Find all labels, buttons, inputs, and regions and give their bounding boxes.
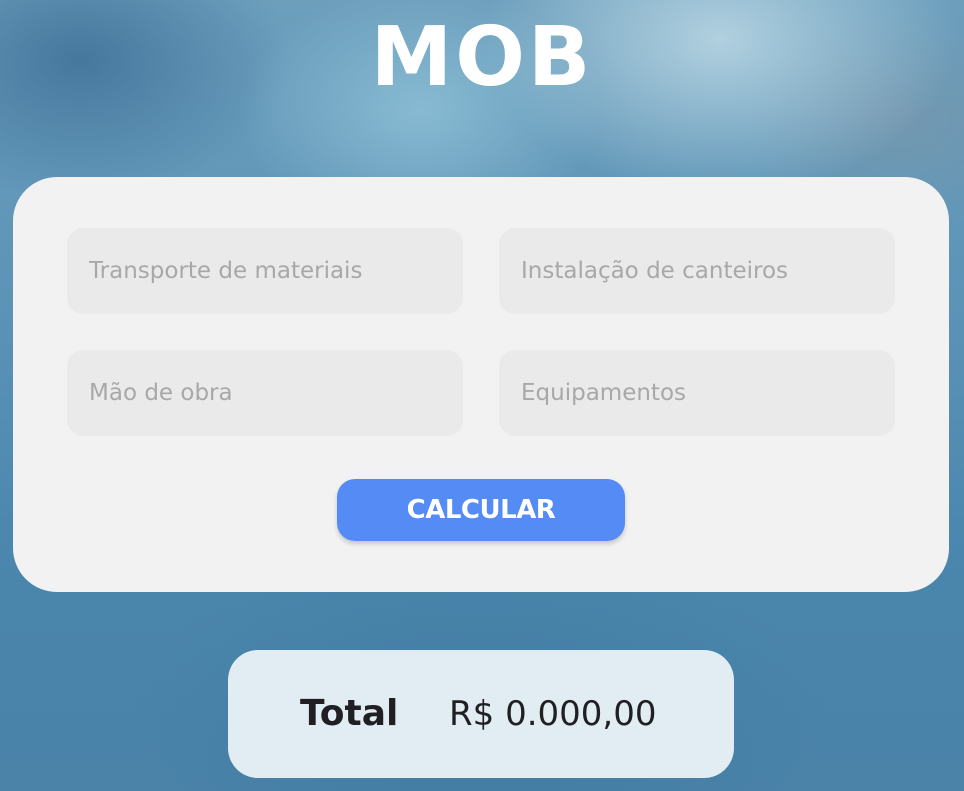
mao-de-obra-field-container [67,350,463,436]
equipamentos-field-container [499,350,895,436]
mao-de-obra-input[interactable] [67,350,463,436]
calculate-button[interactable]: CALCULAR [337,479,625,541]
transporte-materiais-input[interactable] [67,228,463,314]
total-value: R$ 0.000,00 [449,694,657,734]
instalacao-canteiros-input[interactable] [499,228,895,314]
app-title: MOB [370,10,594,105]
form-card: CALCULAR [13,177,949,592]
total-card: Total R$ 0.000,00 [228,650,734,778]
total-label: Total [300,693,399,734]
equipamentos-input[interactable] [499,350,895,436]
instalacao-field-container [499,228,895,314]
transporte-field-container [67,228,463,314]
